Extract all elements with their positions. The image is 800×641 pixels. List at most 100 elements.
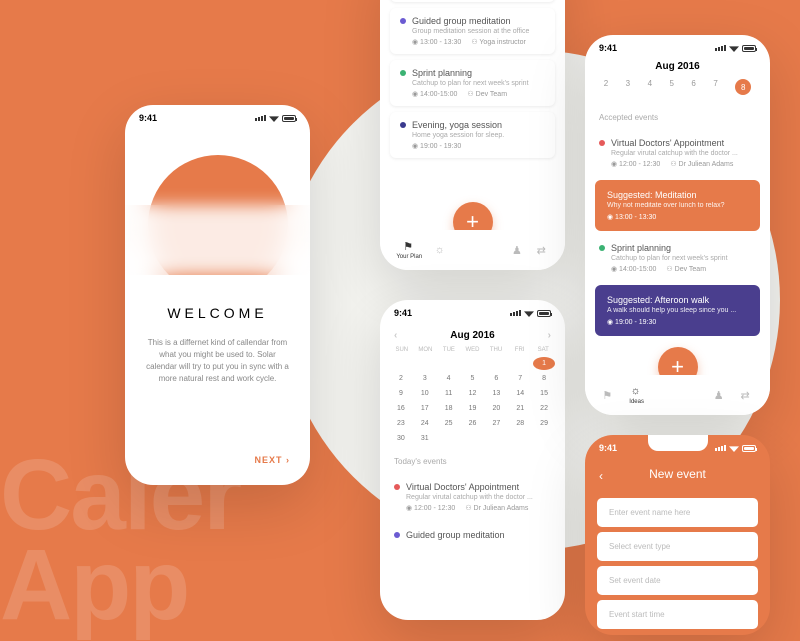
input-field[interactable]: Event start time	[597, 600, 758, 629]
phone-calendar: 9:41 ‹ Aug 2016 › SUNMONTUEWEDTHUFRISAT …	[380, 300, 565, 620]
calendar-day[interactable]	[462, 432, 484, 445]
event-item[interactable]: Virtual Doctors' Appointment Regular vir…	[394, 476, 551, 518]
calendar-day[interactable]: 19	[462, 402, 484, 415]
event-item[interactable]: Guided group meditation	[394, 524, 551, 546]
week-day[interactable]: 7	[713, 79, 717, 95]
tab-plan[interactable]: ⚑	[602, 389, 614, 401]
event-time: ◉ 14:00-15:00	[611, 265, 656, 273]
calendar-day[interactable]: 22	[533, 402, 555, 415]
calendar-grid: 1234567891011121314151617181920212223242…	[380, 353, 565, 449]
suggested-subtitle: Why not meditate over lunch to relax?	[607, 202, 748, 209]
today-events-label: Today's events	[380, 449, 565, 470]
event-attendee: ⚇ Dev Team	[467, 90, 507, 98]
week-days: 2 3 4 5 6 7 8	[585, 74, 770, 105]
event-card[interactable]: Virtual Doctors' Appointment Regular vir…	[390, 0, 555, 2]
battery-icon	[282, 115, 296, 122]
day-label: SAT	[531, 347, 555, 353]
calendar-day[interactable]	[509, 432, 531, 445]
calendar-day[interactable]: 6	[485, 372, 507, 385]
event-attendee: ⚇ Yoga instructor	[471, 38, 526, 46]
calendar-day[interactable]	[390, 357, 412, 370]
calendar-day[interactable]: 25	[438, 417, 460, 430]
calendar-day[interactable]: 2	[390, 372, 412, 385]
event-item[interactable]: Virtual Doctors' AppointmentRegular viru…	[599, 132, 756, 174]
week-day[interactable]: 6	[691, 79, 695, 95]
signal-icon	[255, 115, 266, 121]
tab-sync[interactable]: ⇄	[741, 389, 753, 401]
calendar-day[interactable]: 9	[390, 387, 412, 400]
prev-month-button[interactable]: ‹	[394, 330, 397, 341]
calendar-day[interactable]: 18	[438, 402, 460, 415]
calendar-day[interactable]: 13	[485, 387, 507, 400]
calendar-day[interactable]	[485, 432, 507, 445]
calendar-day[interactable]: 8	[533, 372, 555, 385]
week-day[interactable]: 5	[670, 79, 674, 95]
calendar-day[interactable]	[414, 357, 436, 370]
calendar-day[interactable]: 4	[438, 372, 460, 385]
calendar-day[interactable]: 21	[509, 402, 531, 415]
suggested-event[interactable]: Suggested: Afteroon walkA walk should he…	[595, 285, 760, 336]
week-day[interactable]: 4	[648, 79, 652, 95]
status-time: 9:41	[599, 443, 617, 453]
calendar-day[interactable]: 26	[462, 417, 484, 430]
event-title: Virtual Doctors' Appointment	[406, 482, 519, 492]
event-title: Guided group meditation	[412, 16, 511, 26]
input-field[interactable]: Enter event name here	[597, 498, 758, 527]
event-card[interactable]: Guided group meditation Group meditation…	[390, 8, 555, 54]
back-button[interactable]: ‹	[599, 469, 603, 483]
tab-label: Ideas	[629, 399, 644, 405]
calendar-day[interactable]: 15	[533, 387, 555, 400]
calendar-day[interactable]: 16	[390, 402, 412, 415]
calendar-day[interactable]: 17	[414, 402, 436, 415]
calendar-day[interactable]: 27	[485, 417, 507, 430]
calendar-day[interactable]: 3	[414, 372, 436, 385]
tab-1[interactable]: ☼	[435, 244, 447, 256]
flag-icon: ⚑	[602, 389, 614, 401]
calendar-day[interactable]: 12	[462, 387, 484, 400]
calendar-day[interactable]: 31	[414, 432, 436, 445]
event-card[interactable]: Evening, yoga session Home yoga session …	[390, 112, 555, 158]
calendar-day[interactable]: 7	[509, 372, 531, 385]
calendar-day[interactable]	[438, 432, 460, 445]
calendar-day[interactable]: 5	[462, 372, 484, 385]
calendar-day[interactable]: 24	[414, 417, 436, 430]
tab-3[interactable]: ♟	[512, 244, 524, 256]
calendar-day[interactable]: 1	[533, 357, 555, 370]
tab-4[interactable]: ⇄	[537, 244, 549, 256]
week-day[interactable]: 8	[735, 79, 751, 95]
input-field[interactable]: Select event type	[597, 532, 758, 561]
status-time: 9:41	[394, 308, 412, 318]
next-button[interactable]: NEXT ›	[254, 455, 290, 465]
horizon	[125, 205, 310, 275]
wifi-icon	[729, 44, 739, 52]
calendar-day[interactable]: 20	[485, 402, 507, 415]
tab-0[interactable]: ⚑Your Plan	[396, 240, 422, 260]
day-label: WED	[461, 347, 485, 353]
calendar-day[interactable]	[438, 357, 460, 370]
week-day[interactable]: 3	[626, 79, 630, 95]
suggested-title: Suggested: Meditation	[607, 190, 748, 200]
calendar-day[interactable]: 10	[414, 387, 436, 400]
calendar-day[interactable]	[533, 432, 555, 445]
calendar-day[interactable]: 28	[509, 417, 531, 430]
status-bar: 9:41	[585, 435, 770, 455]
input-field[interactable]: Set event date	[597, 566, 758, 595]
event-dot-icon	[599, 140, 605, 146]
week-day[interactable]: 2	[604, 79, 608, 95]
calendar-day[interactable]	[462, 357, 484, 370]
calendar-day[interactable]: 11	[438, 387, 460, 400]
calendar-day[interactable]	[485, 357, 507, 370]
calendar-day[interactable]: 23	[390, 417, 412, 430]
new-event-title: New event	[649, 467, 706, 481]
calendar-day[interactable]: 14	[509, 387, 531, 400]
tab-profile[interactable]: ♟	[714, 389, 726, 401]
tabbar: ⚑Your Plan ☼ ♟ ⇄	[380, 230, 565, 270]
calendar-day[interactable]: 30	[390, 432, 412, 445]
next-month-button[interactable]: ›	[548, 330, 551, 341]
event-card[interactable]: Sprint planning Catchup to plan for next…	[390, 60, 555, 106]
calendar-day[interactable]	[509, 357, 531, 370]
suggested-event[interactable]: Suggested: Meditation Why not meditate ov…	[595, 180, 760, 231]
calendar-day[interactable]: 29	[533, 417, 555, 430]
event-item[interactable]: Sprint planningCatchup to plan for next …	[599, 237, 756, 279]
tab-ideas[interactable]: ☼Ideas	[629, 385, 644, 405]
